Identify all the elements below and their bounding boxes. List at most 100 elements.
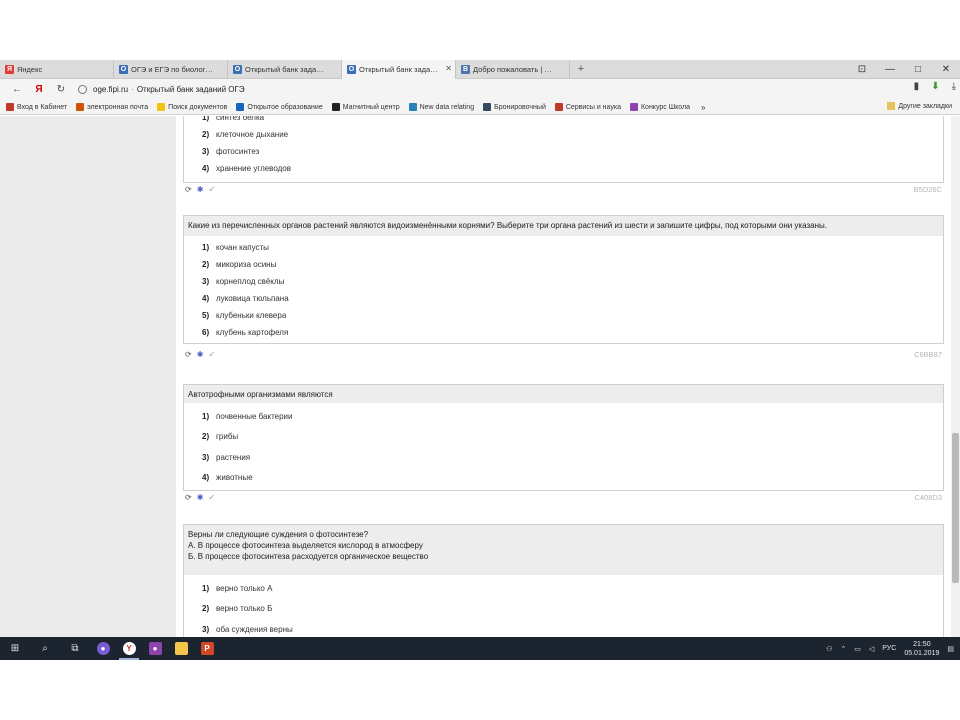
answer-text: оба суждения верны [216,624,293,634]
answer-option[interactable]: 3) фотосинтез [184,143,943,160]
answer-number: 1) [202,116,210,122]
question-line: Верны ли следующие суждения о фотосинтез… [188,530,369,539]
maximize-icon[interactable]: □ [904,60,932,79]
tab-label: Яндекс [17,65,43,74]
page-scrollbar[interactable] [951,116,960,637]
task-view-icon[interactable]: ⧉ [60,637,90,660]
site-info-icon[interactable] [78,85,87,94]
url-field[interactable]: oge.fipi.ru · Открытый банк заданий ОГЭ [78,85,245,94]
answer-option[interactable]: 3) растения [184,447,943,468]
answer-option[interactable]: 4) луковица тюльпана [184,290,943,307]
answer-number: 2) [202,604,210,614]
browser-tab[interactable]: ООткрытый банк заданий ОГЭ [228,60,342,79]
reload-button[interactable]: ↻ [52,81,70,99]
answer-option[interactable]: 4) хранение углеводов [184,160,943,177]
close-window-icon[interactable]: ✕ [932,60,960,79]
bookmarks-overflow-button[interactable]: » [701,103,705,112]
answer-option[interactable]: 3) корнеплод свёклы [184,273,943,290]
answer-option[interactable]: 3) оба суждения верны [184,619,943,637]
new-tab-button[interactable]: + [570,60,592,78]
close-tab-icon[interactable]: ✕ [445,64,452,73]
yandex-logo-icon[interactable]: Я [30,81,48,99]
other-bookmarks[interactable]: Другие закладки [887,102,952,110]
question-text: Какие из перечисленных органов растений … [184,216,943,236]
file-explorer-icon[interactable] [168,637,194,660]
downloads-icon[interactable]: ⤓ [952,81,956,92]
bookmark-icon[interactable]: ▮ [914,81,920,92]
answer-option[interactable]: 5) клубеньки клевера [184,307,943,324]
back-button[interactable]: ← [8,81,26,99]
bookmark-label: электронная почта [87,103,149,111]
show-hidden-icons[interactable]: ⌃ [840,645,846,653]
bookmark-item[interactable]: New data relating [408,103,474,111]
reset-icon[interactable]: ⟳ [185,493,192,502]
answer-option[interactable]: 2) клеточное дыхание [184,126,943,143]
answer-number: 3) [202,277,210,286]
answer-text: растения [216,452,251,462]
url-page-title: Открытый банк заданий ОГЭ [136,85,245,94]
answer-text: хранение углеводов [216,164,291,173]
answer-number: 5) [202,311,210,320]
download-icon[interactable]: ⬇ [931,81,939,92]
minimize-icon[interactable]: — [876,60,904,79]
bookmark-item[interactable]: Сервисы и наука [554,103,621,111]
bookmark-item[interactable]: электронная почта [76,103,148,111]
bookmark-item[interactable]: Конкурс Школа [629,103,690,111]
network-icon[interactable]: ▭ [854,645,861,653]
answer-option[interactable]: 1) верно только А [184,578,943,599]
yandex-browser-taskbar-icon[interactable]: Y [116,637,142,660]
cortana-icon[interactable]: ● [90,637,116,660]
app-taskbar-icon[interactable]: ● [142,637,168,660]
hint-icon[interactable]: ✱ [197,493,204,502]
answer-option[interactable]: 1) синтез белка [184,116,943,126]
answer-number: 6) [202,328,210,337]
volume-icon[interactable]: ◁ [869,645,874,653]
hint-icon[interactable]: ✱ [197,350,204,359]
answer-text: верно только А [216,583,273,593]
answer-text: клеточное дыхание [216,130,289,139]
browser-tab[interactable]: Я Яндекс [0,60,114,79]
browser-tab[interactable]: ВДобро пожаловать | ВКонтакте [456,60,570,79]
reset-icon[interactable]: ⟳ [185,185,192,194]
bookmark-label: Поиск документов [168,103,228,111]
tab-favicon-icon: О [119,65,128,74]
answer-option[interactable]: 1) почвенные бактерии [184,406,943,427]
start-button[interactable]: ⊞ [0,637,30,660]
check-answer-icon[interactable]: ✔ [208,185,215,194]
bookmark-item[interactable]: Магнитный центр [331,103,400,111]
bookmark-item[interactable]: Вход в Кабинет [6,103,67,111]
hint-icon[interactable]: ✱ [197,185,204,194]
answer-option[interactable]: 2) верно только Б [184,599,943,620]
notifications-icon[interactable]: ▤ [947,645,954,653]
bookmark-item[interactable]: Открытое образование [236,103,323,111]
answer-option[interactable]: 2) грибы [184,427,943,448]
bookmark-item[interactable]: Бронировочный [483,103,546,111]
language-indicator[interactable]: РУС [882,645,896,652]
powerpoint-icon[interactable]: P [194,637,220,660]
answer-option[interactable]: 4) животные [184,468,943,489]
browser-tab[interactable]: О Открытый банк заданий ✕ [342,60,456,79]
browser-tab[interactable]: О ОГЭ и ЕГЭ по биологии [114,60,228,79]
bookmark-favicon-icon [331,103,340,111]
question-card: Автотрофными организмами являются 1) почве… [183,384,944,491]
bookmarks-manager-icon[interactable]: ⊡ [848,60,876,79]
answer-number: 3) [202,452,210,462]
reset-icon[interactable]: ⟳ [185,350,192,359]
answer-option[interactable]: 6) клубень картофеля [184,324,943,341]
scrollbar-thumb[interactable] [952,433,959,583]
answer-option[interactable]: 2) микориза осины [184,256,943,273]
tab-label: Открытый банк заданий ОГЭ [245,65,327,74]
clock[interactable]: 21:50 05.01.2019 [904,640,939,658]
tab-favicon-icon: Я [5,65,14,74]
check-answer-icon[interactable]: ✔ [208,350,215,359]
answer-text: микориза осины [216,260,277,269]
check-answer-icon[interactable]: ✔ [208,493,215,502]
people-icon[interactable]: ⚇ [826,645,832,653]
tab-strip: Я Яндекс О ОГЭ и ЕГЭ по биологии О Открытый б… [0,60,960,79]
answer-option[interactable]: 1) кочан капусты [184,239,943,256]
tab-favicon-icon: О [233,65,242,74]
answer-text: корнеплод свёклы [216,277,285,286]
bookmark-item[interactable]: Поиск документов [157,103,227,111]
answer-number: 3) [202,624,210,634]
search-icon[interactable]: ⌕ [30,637,60,660]
